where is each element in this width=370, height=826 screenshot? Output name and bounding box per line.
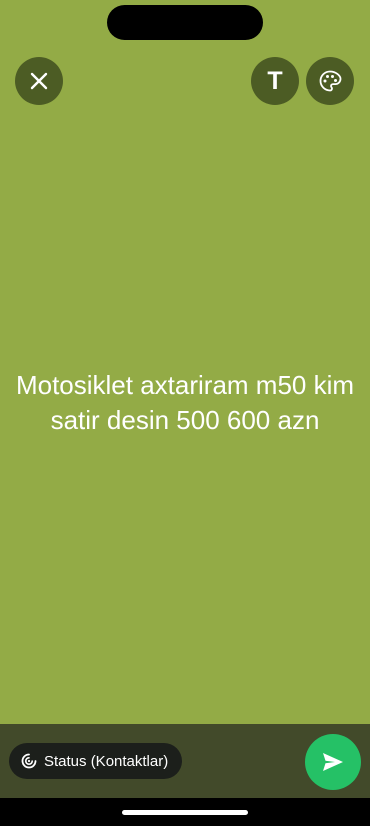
- text-tool-label: T: [267, 66, 283, 95]
- close-icon: [30, 72, 48, 90]
- text-style-button[interactable]: T: [251, 57, 299, 105]
- palette-icon: [319, 70, 342, 92]
- status-text[interactable]: Motosiklet axtariram m50 kim satir desin…: [15, 368, 355, 438]
- color-palette-button[interactable]: [306, 57, 354, 105]
- home-indicator[interactable]: [122, 810, 248, 815]
- send-button[interactable]: [305, 734, 361, 790]
- camera-notch: [107, 5, 263, 40]
- bottom-bar: Status (Kontaktlar): [0, 724, 370, 798]
- home-indicator-area: [0, 798, 370, 826]
- status-privacy-label: Status (Kontaktlar): [44, 752, 169, 770]
- send-icon: [323, 753, 343, 771]
- close-button[interactable]: [15, 57, 63, 105]
- status-privacy-icon: [21, 753, 37, 769]
- status-composer-screen: T Motosiklet axtariram m50 kim satir des…: [0, 0, 370, 826]
- status-privacy-button[interactable]: Status (Kontaktlar): [9, 743, 183, 779]
